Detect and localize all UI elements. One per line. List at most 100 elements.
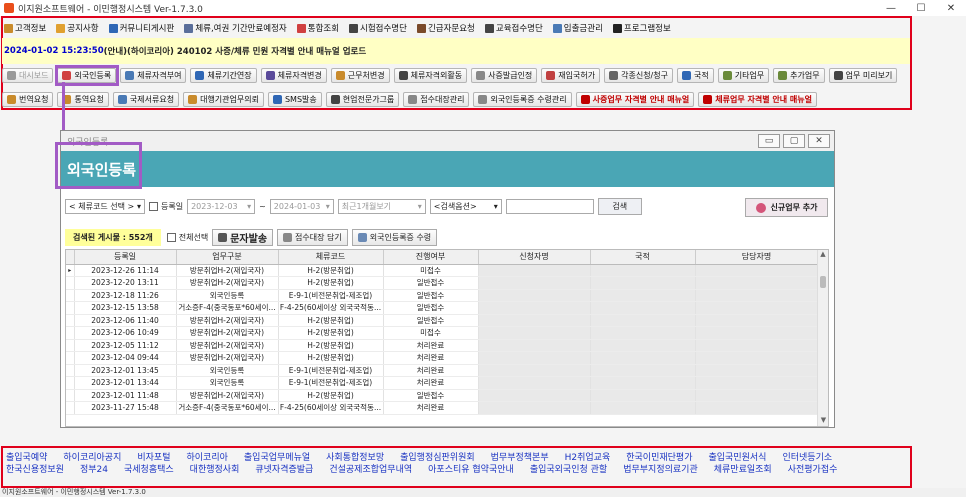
column-header-1[interactable]: 업무구분 (176, 250, 279, 265)
select-all-checkbox[interactable]: 전체선택 (166, 232, 208, 243)
menu-item-label: 프로그램정보 (623, 24, 671, 34)
toolbar1-button-4[interactable]: 체류자격변경 (260, 67, 327, 83)
toolbar1-button-7[interactable]: 사증발급인정 (471, 67, 538, 83)
cell-type: 외국인등록 (176, 289, 279, 302)
menu-item-7[interactable]: 교육접수명단 (484, 22, 543, 34)
menu-item-9[interactable]: 프로그램정보 (612, 22, 671, 34)
menu-item-5[interactable]: 시험접수명단 (349, 22, 407, 34)
cell-status: 처리완료 (383, 339, 479, 352)
menu-icon (108, 23, 118, 33)
date-from-field[interactable]: 2023-12-03 ▾ (187, 198, 256, 214)
quick-link[interactable]: 아포스티유 협약국안내 (428, 462, 514, 475)
toolbar1-button-8[interactable]: 재입국허가 (541, 67, 601, 83)
scroll-down-icon[interactable]: ▼ (818, 416, 828, 426)
close-button[interactable]: ✕ (936, 3, 966, 14)
new-task-button[interactable]: 신규업무 추가 (745, 198, 828, 217)
toolbar-icon (117, 94, 127, 104)
toolbar2-button-5[interactable]: 현업전문가그룹 (325, 91, 400, 107)
toolbar1-button-5[interactable]: 근무처변경 (330, 67, 390, 83)
table-row[interactable]: 2023-12-05 11:12 방문취업H-2(재입국자) H-2(방문취업) 처리… (66, 339, 819, 352)
column-header-5[interactable]: 국적 (590, 250, 696, 265)
date-to-field[interactable]: 2024-01-03 ▾ (269, 198, 334, 214)
toolbar-icon (478, 94, 488, 104)
scroll-thumb[interactable] (820, 276, 826, 288)
table-row[interactable]: 2023-12-01 13:44 외국인등록 E-9-1(비전문취업-제조업) 처리완… (66, 376, 819, 390)
menu-item-8[interactable]: 입출금관리 (552, 22, 603, 34)
table-row[interactable]: 2023-12-20 13:11 방문취업H-2(재입국자) H-2(방문취업) 일반… (66, 276, 819, 290)
toolbar2-button-7[interactable]: 외국인등록증 수령관리 (473, 91, 572, 107)
cell-redacted (590, 326, 696, 340)
table-row[interactable]: 2023-12-01 13:45 외국인등록 E-9-1(비전문취업-제조업) 처리완… (66, 364, 819, 377)
quick-link[interactable]: 출입국외국인청 관할 (530, 462, 607, 475)
table-row[interactable]: 2023-11-27 15:48 거소증F-4(중국동포*60세이... F-4-2… (66, 401, 819, 415)
toolbar1-button-2[interactable]: 체류자격부여 (120, 67, 187, 83)
dialog-maximize-button[interactable]: ▢ (783, 134, 805, 148)
toolbar1-button-13[interactable]: 업무 미리보기 (828, 67, 898, 83)
quick-link[interactable]: 법무부지정의료기관 (623, 462, 698, 475)
table-row[interactable]: 2023-12-06 10:49 방문취업H-2(재입국자) H-2(방문취업) 미접… (66, 326, 819, 340)
table-row[interactable]: 2023-12-04 09:44 방문취업H-2(재입국자) H-2(방문취업) 처리… (66, 351, 819, 365)
menu-item-3[interactable]: 체류,여권 기간만료예정자 (184, 22, 287, 34)
dialog-minimize-button[interactable]: ▭ (758, 134, 780, 148)
toolbar2-button-2[interactable]: 국제서류요청 (112, 91, 180, 107)
toolbar1-button-12[interactable]: 추가업무 (773, 67, 825, 83)
status-bar: 이지원소프트웨어 - 이민행정시스템 Ver-1.7.3.0 (0, 488, 966, 497)
column-header-2[interactable]: 체류코드 (278, 250, 384, 265)
menu-item-0[interactable]: 고객정보 (4, 22, 46, 34)
window-title: 이지원소프트웨어 - 이민행정시스템 Ver-1.7.3.0 (18, 4, 203, 15)
toolbar2-button-3[interactable]: 대행기관업무의뢰 (183, 91, 264, 107)
column-header-4[interactable]: 신청자명 (478, 250, 591, 265)
maximize-button[interactable]: ☐ (906, 3, 936, 14)
search-option-select[interactable]: <검색옵션> ▾ (429, 198, 502, 214)
quick-link[interactable]: 체류만료일조회 (714, 462, 772, 475)
search-button[interactable]: 검색 (597, 197, 642, 215)
toolbar2-button-8[interactable]: 사증업무 자격별 안내 매뉴얼 (575, 91, 695, 107)
card-receive-button[interactable]: 외국인등록증 수령 (351, 228, 438, 246)
table-row[interactable]: ▸ 2023-12-26 11:14 방문취업H-2(재입국자) H-2(방문취업) 미… (66, 264, 819, 277)
toolbar2-button-6[interactable]: 접수대장관리 (403, 91, 470, 107)
menu-item-4[interactable]: 통합조회 (296, 22, 339, 34)
toolbar1-button-0[interactable]: 대시보드 (2, 67, 54, 83)
reg-date-checkbox[interactable]: 등록일 (149, 201, 183, 212)
quick-link[interactable]: 정부24 (80, 462, 108, 475)
toolbar2-button-4[interactable]: SMS발송 (267, 91, 322, 107)
stay-code-select[interactable]: < 체류코드 선택 > ▾ (65, 198, 145, 214)
menu-item-6[interactable]: 긴급자문요청 (416, 22, 475, 34)
table-scrollbar[interactable]: ▲ ▼ (817, 250, 828, 426)
quick-link[interactable]: 큐넷자격증발급 (255, 462, 313, 475)
toolbar2-button-9[interactable]: 체류업무 자격별 안내 매뉴얼 (698, 91, 817, 107)
notice-banner[interactable]: 2024-01-02 15:23:50 (안내)(하이코리아) 240102 사… (2, 38, 910, 64)
column-header-6[interactable]: 담당자명 (695, 250, 819, 265)
toolbar1-button-3[interactable]: 체류기간연장 (190, 67, 257, 83)
column-header-3[interactable]: 진행여부 (383, 250, 479, 265)
quick-link[interactable]: 사전평가접수 (788, 462, 838, 475)
scroll-up-icon[interactable]: ▲ (818, 250, 828, 262)
dialog-close-button[interactable]: ✕ (808, 134, 830, 148)
period-select[interactable]: 최근1개월보기 ▾ (337, 198, 426, 214)
results-table: 등록일 업무구분 체류코드 진행여부 신청자명 국적 담당자명 ▸ 2023-12-26 11… (65, 249, 829, 427)
quick-link[interactable]: 한국신용정보원 (6, 462, 64, 475)
table-row[interactable]: 2023-12-01 11:48 방문취업H-2(재입국자) H-2(방문취업) 일반… (66, 389, 819, 402)
toolbar1-button-9[interactable]: 각종신청/청구 (604, 67, 673, 83)
quick-link[interactable]: 건설공제조합업무내역 (329, 462, 412, 475)
minimize-button[interactable]: — (876, 3, 906, 14)
column-header-0[interactable]: 등록일 (74, 250, 177, 265)
send-sms-button[interactable]: 문자발송 (212, 228, 274, 246)
table-row[interactable]: 2023-12-15 13:58 거소증F-4(중국동포*60세이... F-4-2… (66, 301, 819, 315)
action-row: 검색된 게시물 : 552개 전체선택 문자발송 접수대장 담기 외국인등록증 … (65, 227, 441, 247)
menu-item-1[interactable]: 공지사항 (56, 22, 99, 34)
table-row[interactable]: 2023-12-18 11:26 외국인등록 E-9-1(비전문취업-제조업) 일반접… (66, 289, 819, 302)
toolbar1-button-10[interactable]: 국적 (676, 67, 714, 83)
quick-link[interactable]: 국세청홈택스 (124, 462, 174, 475)
toolbar2-button-1[interactable]: 통역요청 (57, 91, 109, 107)
add-register-log-button[interactable]: 접수대장 담기 (277, 228, 348, 246)
toolbar1-button-6[interactable]: 체류자격외활동 (393, 67, 468, 83)
table-row[interactable]: 2023-12-06 11:40 방문취업H-2(재입국자) H-2(방문취업) 일반… (66, 314, 819, 327)
toolbar1-button-11[interactable]: 기타업무 (717, 67, 770, 83)
quick-link[interactable]: 대한행정사회 (190, 462, 240, 475)
toolbar2-button-0[interactable]: 번역요청 (2, 91, 54, 107)
menu-item-label: 긴급자문요청 (427, 24, 475, 34)
cell-redacted (590, 264, 696, 277)
menu-item-2[interactable]: 커뮤니티게시판 (108, 22, 174, 34)
search-input[interactable] (505, 198, 594, 214)
